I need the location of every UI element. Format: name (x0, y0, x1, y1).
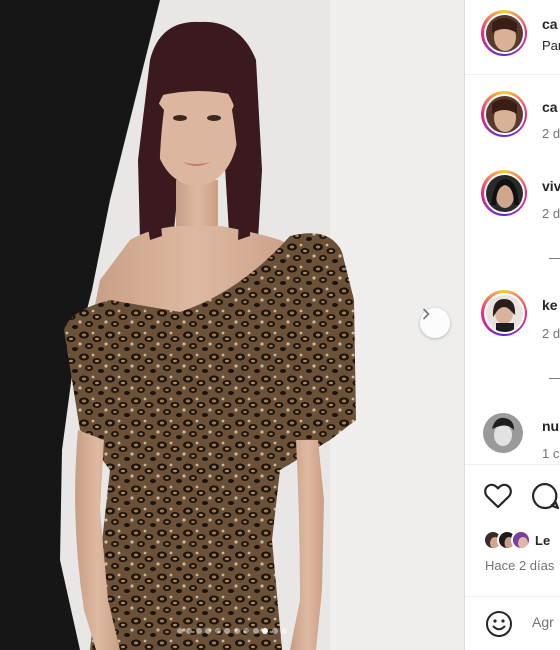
carousel-dot (252, 628, 259, 634)
comment-time: 2 d (542, 206, 560, 221)
post-photo (0, 0, 464, 650)
carousel-dot (195, 628, 202, 634)
carousel-dot (205, 628, 212, 634)
emoji-icon[interactable] (485, 610, 513, 638)
post-date: Hace 2 días (485, 558, 555, 573)
comment-icon[interactable] (531, 482, 560, 510)
actions-divider (465, 464, 560, 465)
post-header: ca Par (465, 0, 560, 70)
carousel-dot (214, 628, 221, 634)
carousel-indicators (0, 628, 464, 634)
carousel-dot (233, 628, 240, 634)
comment-avatar-ring[interactable] (481, 290, 527, 336)
add-comment-input[interactable]: Agr (532, 614, 554, 630)
comment-time: 2 d (542, 326, 560, 341)
carousel-dot (186, 628, 193, 634)
carousel-dot (281, 628, 288, 634)
add-comment-bar: Agr (465, 596, 560, 650)
comment-time: 2 d (542, 126, 560, 141)
comment-avatar-ring[interactable] (481, 91, 527, 137)
comment-avatar (485, 294, 523, 332)
heart-icon[interactable] (483, 482, 513, 510)
view-replies-marker[interactable]: — (549, 369, 560, 385)
carousel-dot (224, 628, 231, 634)
comment-avatar[interactable] (483, 413, 523, 453)
comment-username[interactable]: viv (542, 178, 560, 194)
comment-time: 1 c (542, 446, 560, 461)
author-story-ring[interactable] (481, 10, 527, 56)
author-avatar (485, 14, 523, 52)
chevron-right-icon (423, 308, 430, 320)
carousel-dot (262, 628, 269, 634)
likes-text[interactable]: Le (535, 533, 550, 548)
carousel-next-button[interactable] (420, 308, 450, 338)
liker-avatar (511, 530, 531, 550)
post-actions (465, 474, 560, 524)
view-replies-marker[interactable]: — (549, 249, 560, 265)
post-side-panel: ca Par ca 2 d viv 2 d — ke 2 d — nu 1 c (465, 0, 560, 650)
carousel-dot (271, 628, 278, 634)
comment-username[interactable]: ke (542, 297, 558, 313)
header-divider (465, 74, 560, 75)
comment-avatar (485, 95, 523, 133)
post-location[interactable]: Par (542, 38, 560, 53)
post-media[interactable] (0, 0, 464, 650)
comment-username[interactable]: nu (542, 418, 559, 434)
carousel-dot (176, 628, 183, 634)
comment-avatar (485, 174, 523, 212)
comment-username[interactable]: ca (542, 99, 558, 115)
likes-summary[interactable]: Le (483, 530, 550, 550)
carousel-dot (243, 628, 250, 634)
author-username[interactable]: ca (542, 16, 558, 32)
comment-avatar-ring[interactable] (481, 170, 527, 216)
